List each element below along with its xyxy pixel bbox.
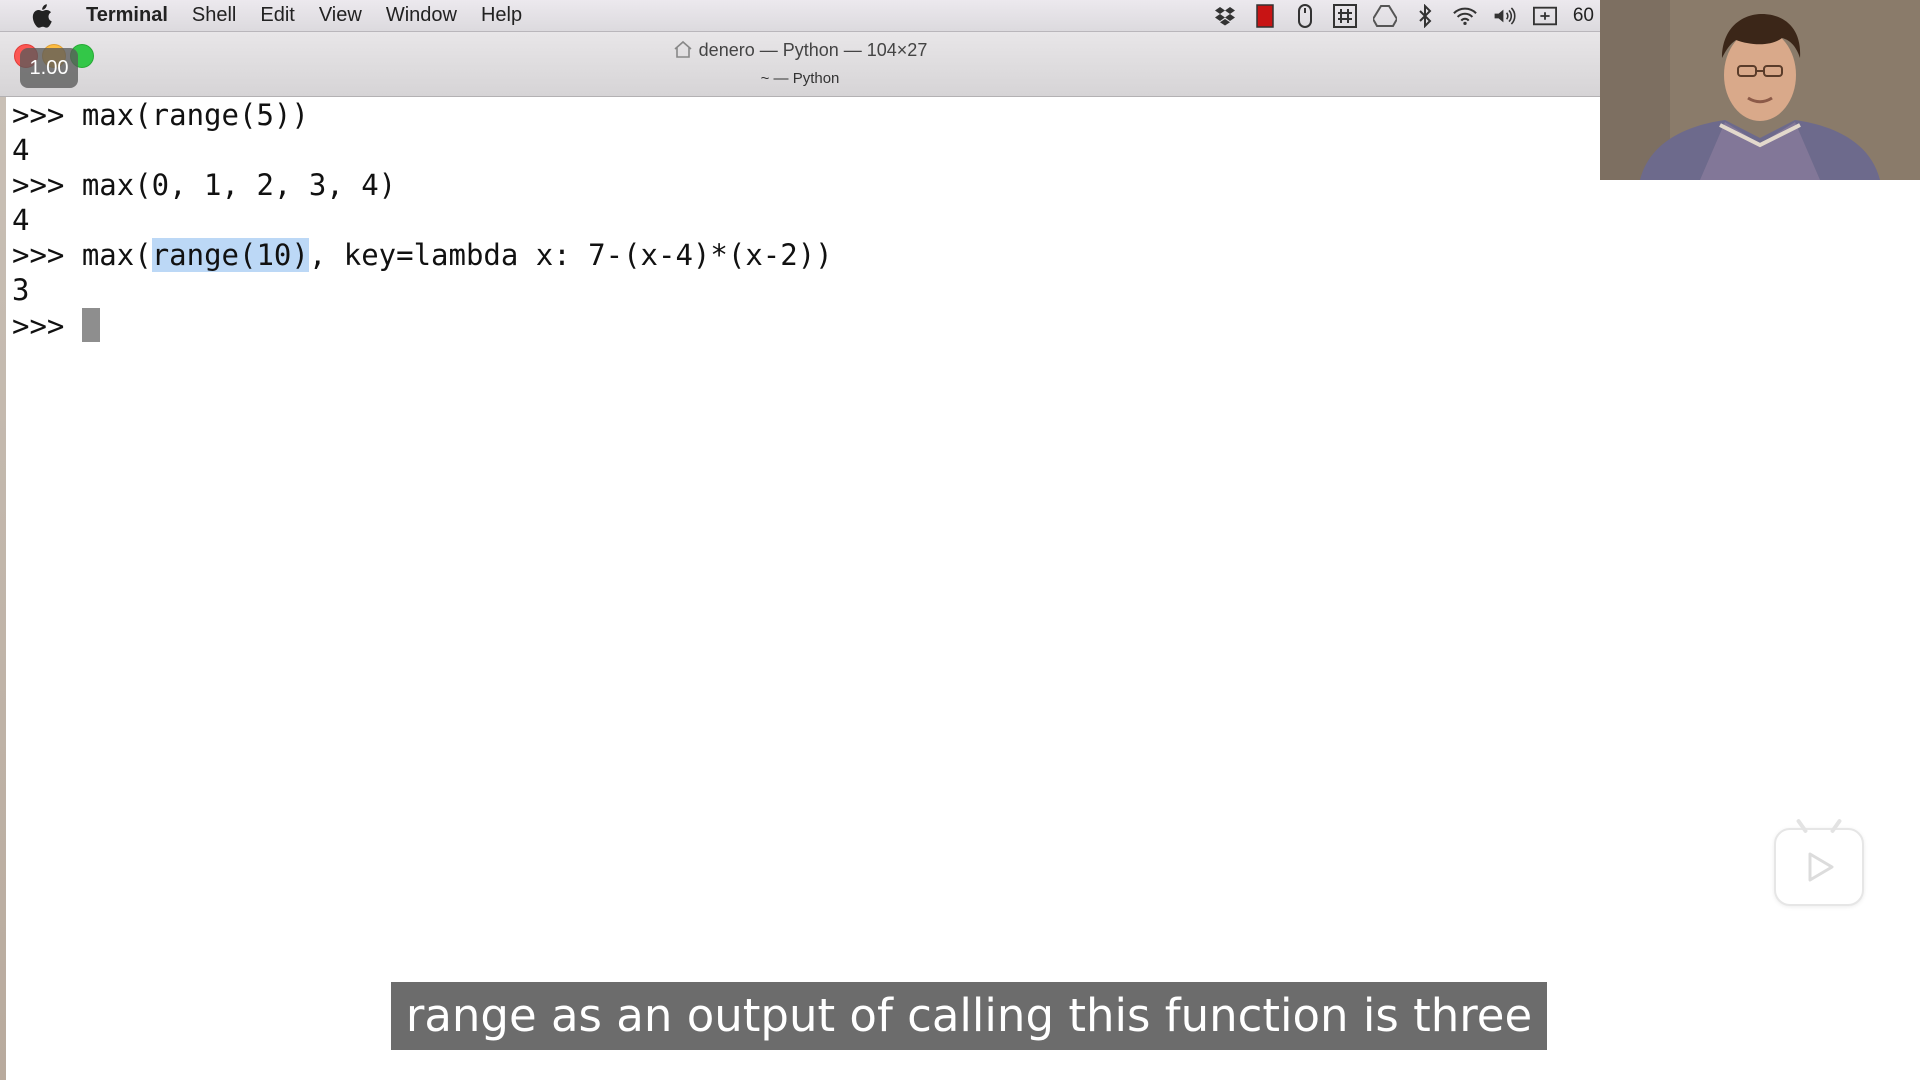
screen: Terminal Shell Edit View Window Help 60 … [0,0,1920,1080]
terminal-line: >>> max(range(5)) [12,98,309,133]
volume-icon[interactable] [1493,4,1517,28]
prompt: >>> [12,309,82,343]
wifi-icon[interactable] [1453,4,1477,28]
tab-label[interactable]: ~ — Python [0,68,1600,90]
terminal-output: 4 [12,133,30,167]
hash-icon[interactable] [1332,3,1357,28]
status-icons: 60 [1213,0,1600,31]
play-icon [1808,852,1834,882]
menu-clock[interactable]: 60 [1573,5,1594,27]
desktop-edge [0,97,6,1080]
command-text: max(0, 1, 2, 3, 4) [81,168,397,202]
menu-edit[interactable]: Edit [248,0,306,31]
prompt: >>> [12,168,82,202]
menu-app-name[interactable]: Terminal [74,0,180,31]
prompt: >>> [12,238,82,272]
drive-icon[interactable] [1372,4,1397,28]
terminal-line: >>> max(0, 1, 2, 3, 4) [12,168,396,203]
menu-window[interactable]: Window [374,0,469,31]
apple-icon[interactable] [28,2,56,30]
keyboard-icon[interactable] [1532,4,1557,28]
selected-text[interactable]: range(10) [151,238,309,272]
home-icon [673,38,693,58]
mouse-icon[interactable] [1293,3,1317,28]
command-text: max( [81,238,152,272]
terminal-body[interactable]: >>> max(range(5)) 4 >>> max(0, 1, 2, 3, … [8,97,1888,1080]
terminal-output: 4 [12,203,30,237]
webcam-video [1600,0,1920,180]
terminal-line[interactable]: >>> [12,308,100,343]
menu-bar: Terminal Shell Edit View Window Help 60 [0,0,1600,32]
play-button[interactable] [1774,818,1864,906]
terminal-line: >>> max(range(10), key=lambda x: 7-(x-4)… [12,238,833,273]
presenter-image [1600,0,1920,180]
menu-view[interactable]: View [307,0,374,31]
window-title: denero — Python — 104×27 [0,36,1600,64]
terminal-output: 3 [12,273,30,307]
command-text: , key=lambda x: 7-(x-4)*(x-2)) [308,238,833,272]
window-titlebar[interactable]: 1.00 denero — Python — 104×27 ~ — Python [0,32,1600,97]
dropbox-icon[interactable] [1213,4,1237,28]
prompt: >>> [12,98,82,132]
bluetooth-icon[interactable] [1413,3,1437,28]
menu-shell[interactable]: Shell [180,0,248,31]
subtitle-caption: range as an output of calling this funct… [391,982,1547,1050]
window-title-text: denero — Python — 104×27 [698,40,928,60]
menu-help[interactable]: Help [469,0,534,31]
battery-red-icon[interactable] [1253,3,1277,28]
command-text: max(range(5)) [81,98,309,132]
text-cursor [81,308,100,342]
